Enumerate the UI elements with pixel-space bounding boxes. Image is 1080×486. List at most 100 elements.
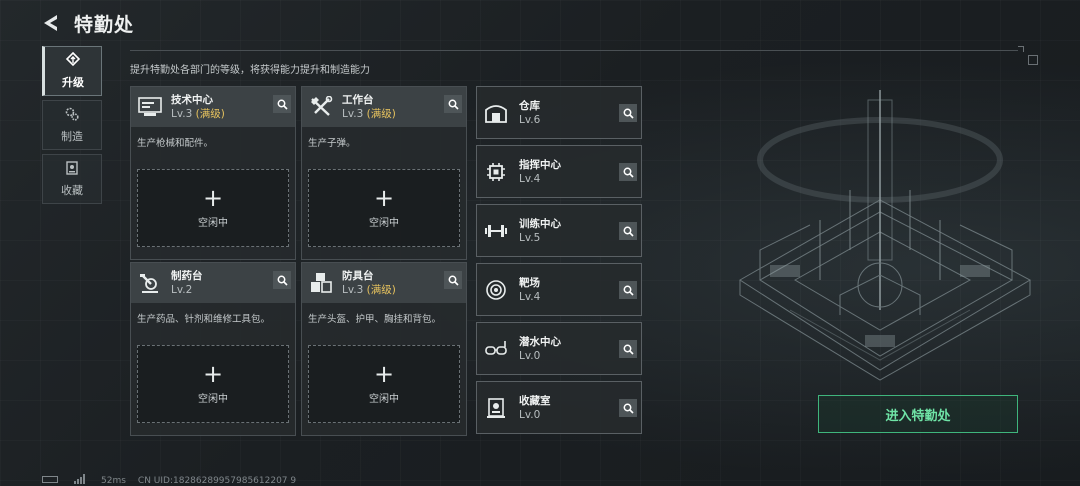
inspect-button[interactable] [273,271,291,289]
card-name: 制药台 [171,270,203,282]
nav-item-upgrade[interactable]: 升级 [42,46,102,96]
search-icon [277,275,288,286]
decor-corner [1028,55,1038,65]
card-name: 工作台 [342,94,374,106]
page-subtitle: 提升特勤处各部门的等级，将获得能力提升和制造能力 [130,65,370,76]
room-card-warehouse[interactable]: 仓库 Lv.6 [476,86,642,139]
battery-icon [42,475,62,486]
nav-item-collection[interactable]: 收藏 [42,154,102,204]
room-name: 训练中心 [519,217,561,230]
room-card-collection-room[interactable]: 收藏室 Lv.0 [476,381,642,434]
room-level: Lv.0 [519,349,541,362]
card-description: 生产药品、针剂和维修工具包。 [137,314,271,325]
inspect-button[interactable] [619,399,637,417]
slot-status: 空闲中 [198,393,228,405]
room-level: Lv.4 [519,172,541,185]
ping-text: 52ms [101,475,126,486]
search-icon [623,167,634,178]
plus-icon: + [202,183,224,212]
nav-item-label: 升级 [62,76,84,89]
nav-item-label: 制造 [61,130,83,143]
search-icon [277,99,288,110]
production-slot[interactable]: + 空闲中 [137,169,289,247]
card-header: 技术中心 Lv.3 (满级) [131,87,295,127]
gears-icon [64,106,80,125]
armor-bench-icon [308,270,334,296]
header-divider [130,50,1018,51]
inspect-button[interactable] [273,95,291,113]
uid-text: CN UID:18286289957985612207 9 [137,475,297,486]
room-name: 指挥中心 [519,158,561,171]
card-level: Lv.2 [171,284,193,296]
room-name: 靶场 [519,276,540,289]
search-icon [623,226,634,237]
room-level: Lv.6 [519,113,541,126]
card-header: 防具台 Lv.3 (满级) [302,263,466,303]
plus-icon: + [373,183,395,212]
room-card-training-center[interactable]: 训练中心 Lv.5 [476,204,642,257]
card-name: 技术中心 [171,94,213,106]
room-card-command-center[interactable]: 指挥中心 Lv.4 [476,145,642,198]
inspect-button[interactable] [444,271,462,289]
room-card-diving-center[interactable]: 潜水中心 Lv.0 [476,322,642,375]
inspect-button[interactable] [444,95,462,113]
facility-card-workbench[interactable]: 工作台 Lv.3 (满级) 生产子弹。 + 空闲中 [301,86,467,260]
card-description: 生产枪械和配件。 [137,138,214,149]
room-name: 仓库 [519,99,540,112]
card-name: 防具台 [342,270,374,282]
nav-item-label: 收藏 [61,184,83,197]
room-name: 潜水中心 [519,335,561,348]
room-level: Lv.0 [519,408,541,421]
room-card-shooting-range[interactable]: 靶场 Lv.4 [476,263,642,316]
room-level: Lv.4 [519,290,541,303]
header: 特勤处 [40,9,134,37]
signal-icon [74,474,89,486]
inspect-button[interactable] [619,104,637,122]
search-icon [448,99,459,110]
collection-icon [64,160,80,179]
facility-card-pharmacy[interactable]: 制药台 Lv.2 生产药品、针剂和维修工具包。 + 空闲中 [130,262,296,436]
production-slot[interactable]: + 空闲中 [308,345,460,423]
inspect-button[interactable] [619,222,637,240]
search-icon [623,403,634,414]
search-icon [623,344,634,355]
header-divider-corner [1018,46,1024,52]
production-slot[interactable]: + 空闲中 [137,345,289,423]
pharmacy-icon [137,270,163,296]
card-header: 制药台 Lv.2 [131,263,295,303]
dumbbell-icon [483,218,509,244]
slot-status: 空闲中 [198,217,228,229]
card-description: 生产头盔、护甲、胸挂和背包。 [308,314,442,325]
card-level: Lv.3 (满级) [171,108,225,120]
upgrade-icon [65,51,81,71]
facility-card-tech-center[interactable]: 技术中心 Lv.3 (满级) 生产枪械和配件。 + 空闲中 [130,86,296,260]
facility-card-armor-bench[interactable]: 防具台 Lv.3 (满级) 生产头盔、护甲、胸挂和背包。 + 空闲中 [301,262,467,436]
command-center-icon [483,159,509,185]
search-icon [623,108,634,119]
enter-base-button[interactable]: 进入特勤处 [818,395,1018,433]
inspect-button[interactable] [619,281,637,299]
base-wireframe-illustration [700,80,1070,400]
slot-status: 空闲中 [369,217,399,229]
page-title: 特勤处 [74,13,135,36]
card-level: Lv.3 (满级) [342,284,396,296]
diving-mask-icon [483,336,509,362]
plus-icon: + [373,359,395,388]
nav-item-craft[interactable]: 制造 [42,100,102,150]
target-icon [483,277,509,303]
side-nav: 升级 制造 收藏 [42,46,102,208]
search-icon [448,275,459,286]
card-header: 工作台 Lv.3 (满级) [302,87,466,127]
search-icon [623,285,634,296]
tech-center-icon [137,94,163,120]
status-footer: 52ms CN UID:18286289957985612207 9 [42,474,296,486]
back-arrow-icon[interactable] [40,12,62,34]
workbench-icon [308,94,334,120]
slot-status: 空闲中 [369,393,399,405]
warehouse-icon [483,100,509,126]
production-slot[interactable]: + 空闲中 [308,169,460,247]
inspect-button[interactable] [619,340,637,358]
inspect-button[interactable] [619,163,637,181]
card-description: 生产子弹。 [308,138,356,149]
room-name: 收藏室 [519,394,551,407]
